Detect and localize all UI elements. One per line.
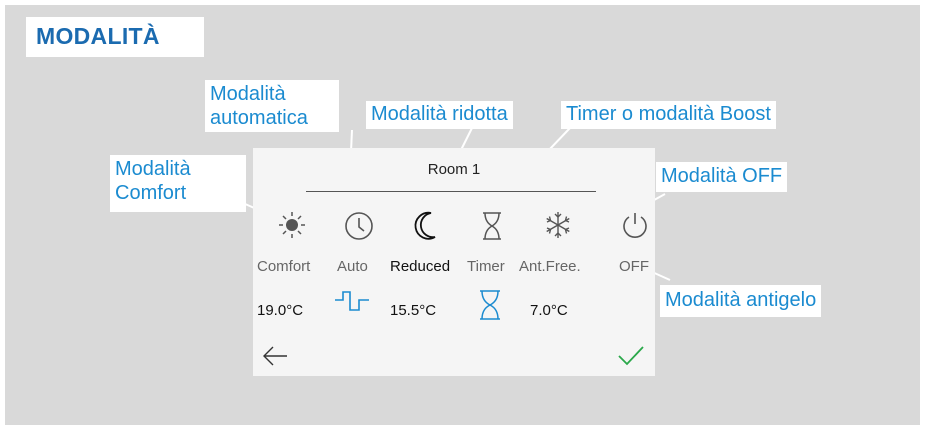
section-title-box: MODALITÀ bbox=[26, 17, 204, 57]
hourglass-icon[interactable] bbox=[481, 210, 503, 242]
moon-icon[interactable] bbox=[411, 210, 441, 242]
schedule-icon bbox=[335, 291, 369, 311]
callout-auto-line1: Modalità bbox=[210, 83, 286, 105]
callout-off-mode: Modalità OFF bbox=[656, 162, 788, 192]
callout-comfort-mode: Modalità Comfort bbox=[110, 155, 246, 212]
callout-auto-line2: automatica bbox=[210, 107, 308, 129]
timer-active-icon bbox=[480, 290, 500, 320]
mode-label-off: OFF bbox=[619, 258, 649, 275]
callout-reduced-mode: Modalità ridotta bbox=[366, 101, 513, 129]
mode-label-auto: Auto bbox=[337, 258, 368, 275]
antifreeze-temperature: 7.0°C bbox=[530, 302, 568, 319]
mode-label-timer: Timer bbox=[467, 258, 505, 275]
room-divider bbox=[306, 191, 596, 192]
room-name: Room 1 bbox=[427, 161, 481, 178]
mode-label-comfort: Comfort bbox=[257, 258, 311, 275]
check-icon[interactable] bbox=[617, 344, 645, 368]
reduced-temperature: 15.5°C bbox=[390, 302, 437, 319]
back-arrow-icon[interactable] bbox=[261, 344, 289, 368]
callout-antifreeze-mode: Modalità antigelo bbox=[660, 285, 822, 317]
sun-icon[interactable] bbox=[277, 210, 307, 240]
callout-comfort-line1: Modalità bbox=[115, 158, 191, 180]
mode-label-reduced: Reduced bbox=[390, 258, 451, 275]
comfort-temperature: 19.0°C bbox=[257, 302, 304, 319]
mode-label-antifreeze: Ant.Free. bbox=[519, 258, 581, 275]
section-title: MODALITÀ bbox=[36, 23, 160, 49]
thermostat-screen: Room 1 Comfort Auto Reduced Timer Ant.Fr… bbox=[253, 148, 655, 376]
power-icon[interactable] bbox=[620, 210, 650, 242]
snowflake-icon[interactable] bbox=[543, 210, 573, 240]
callout-auto-mode: Modalità automatica bbox=[205, 80, 339, 132]
callout-timer-mode: Timer o modalità Boost bbox=[561, 101, 776, 129]
callout-comfort-line2: Comfort bbox=[115, 182, 187, 204]
clock-icon[interactable] bbox=[343, 210, 375, 242]
